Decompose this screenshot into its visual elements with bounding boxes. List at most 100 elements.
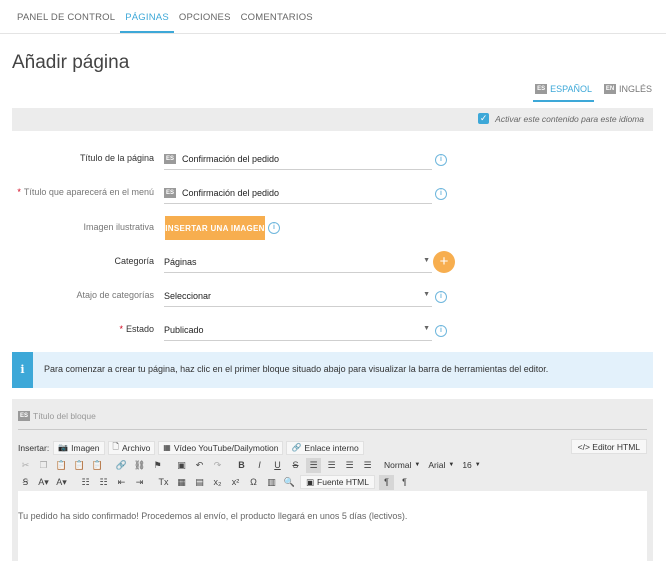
- underline-icon[interactable]: U: [270, 458, 285, 473]
- anchor-flag-icon[interactable]: ⚑: [150, 458, 165, 473]
- divider: [18, 429, 647, 430]
- title-input[interactable]: ES Confirmación del pedido: [164, 148, 432, 170]
- align-center-icon[interactable]: ☰: [324, 458, 339, 473]
- title-value: Confirmación del pedido: [182, 153, 280, 164]
- html-editor-button[interactable]: </> Editor HTML: [570, 439, 647, 454]
- copy-icon[interactable]: ❐: [36, 458, 51, 473]
- image-icon[interactable]: ▣: [174, 458, 189, 473]
- indent-icon[interactable]: ⇥: [132, 475, 147, 490]
- info-icon[interactable]: i: [435, 325, 447, 337]
- horizontal-rule-icon[interactable]: ▤: [192, 475, 207, 490]
- menu-title-label: * Título que aparecerá en el menú: [17, 187, 154, 197]
- bold-icon[interactable]: B: [234, 458, 249, 473]
- activate-language-label: Activar este contenido para este idioma: [495, 113, 644, 124]
- tab-paginas[interactable]: PÁGINAS: [120, 12, 174, 33]
- clear-formatting-icon[interactable]: Tx: [156, 475, 171, 490]
- tab-language-en[interactable]: EN INGLÉS: [602, 84, 654, 102]
- menu-title-input[interactable]: ES Confirmación del pedido: [164, 182, 432, 204]
- format-value: Normal: [384, 460, 412, 470]
- shortcut-value: Seleccionar: [164, 290, 212, 301]
- insert-image-button[interactable]: INSERTAR UNA IMAGEN: [165, 216, 265, 240]
- source-icon: ▣: [306, 476, 315, 487]
- info-icon[interactable]: i: [268, 222, 280, 234]
- block-editor: ES Título del bloque Insertar: 📷 Imagen 🗋…: [12, 399, 653, 561]
- italic-icon[interactable]: I: [252, 458, 267, 473]
- insert-image-label: Imagen: [71, 442, 100, 453]
- es-flag-icon: ES: [164, 153, 176, 164]
- tab-language-label: ESPAÑOL: [550, 84, 592, 94]
- redo-icon[interactable]: ↷: [210, 458, 225, 473]
- activate-language-toggle[interactable]: ✓ Activar este contenido para este idiom…: [478, 113, 644, 124]
- source-html-label: Fuente HTML: [317, 477, 369, 487]
- insert-link-button[interactable]: 🔗 Enlace interno: [286, 440, 364, 455]
- caret-down-icon: ▼: [423, 291, 430, 298]
- insert-video-button[interactable]: ▦ Vídeo YouTube/Dailymotion: [158, 440, 284, 455]
- unlink-icon[interactable]: ⛓: [132, 458, 147, 473]
- remove-format-icon[interactable]: Ꞩ: [18, 475, 33, 490]
- subscript-icon[interactable]: x₂: [210, 475, 225, 490]
- category-label: Categoría: [114, 256, 154, 266]
- tab-language-es[interactable]: ES ESPAÑOL: [533, 84, 594, 102]
- status-label: * Estado: [119, 324, 154, 334]
- info-icon[interactable]: i: [435, 188, 447, 200]
- form-row-image: Imagen ilustrativa: [0, 217, 666, 239]
- size-select[interactable]: 16 ▼: [462, 460, 480, 470]
- ltr-icon[interactable]: ¶: [397, 475, 412, 490]
- info-icon[interactable]: i: [435, 154, 447, 166]
- category-select[interactable]: Páginas ▼: [164, 251, 432, 273]
- file-icon: 🗋: [112, 441, 119, 451]
- shortcut-select[interactable]: Seleccionar ▼: [164, 285, 432, 307]
- paste-icon[interactable]: 📋: [54, 458, 69, 473]
- form-row-shortcut: Atajo de categorías Seleccionar ▼ i: [0, 285, 666, 307]
- undo-icon[interactable]: ↶: [192, 458, 207, 473]
- bullet-list-icon[interactable]: ☷: [78, 475, 93, 490]
- rtl-icon[interactable]: ¶: [379, 474, 394, 490]
- insert-toolbar: Insertar: 📷 Imagen 🗋 Archivo ▦ Vídeo YouTub…: [18, 440, 367, 455]
- insert-video-label: Vídeo YouTube/Dailymotion: [173, 442, 279, 453]
- tab-comentarios[interactable]: COMENTARIOS: [236, 12, 318, 33]
- cut-icon[interactable]: ✂: [18, 458, 33, 473]
- caret-down-icon: ▼: [423, 325, 430, 332]
- align-right-icon[interactable]: ☰: [342, 458, 357, 473]
- find-icon[interactable]: 🔍: [282, 475, 297, 490]
- size-value: 16: [462, 460, 472, 470]
- format-select[interactable]: Normal ▼: [384, 460, 420, 470]
- form-row-menu-title: * Título que aparecerá en el menú ES Conf…: [0, 182, 666, 204]
- top-nav: PANEL DE CONTROL PÁGINAS OPCIONES COMENT…: [0, 0, 666, 34]
- numbered-list-icon[interactable]: ☷: [96, 475, 111, 490]
- strikethrough-icon[interactable]: S: [288, 458, 303, 473]
- editor-content[interactable]: Tu pedido ha sido confirmado! Procedemos…: [18, 491, 647, 561]
- insert-link-label: Enlace interno: [304, 442, 359, 453]
- camera-icon: 📷: [58, 443, 69, 452]
- caret-down-icon: ▼: [423, 257, 430, 264]
- tab-panel-de-control[interactable]: PANEL DE CONTROL: [12, 12, 120, 33]
- menu-title-value: Confirmación del pedido: [182, 187, 280, 198]
- font-select[interactable]: Arial ▼: [428, 460, 454, 470]
- add-category-button[interactable]: +: [433, 251, 455, 273]
- block-title-field[interactable]: ES Título del bloque: [18, 411, 96, 421]
- info-alert: i Para comenzar a crear tu página, haz c…: [12, 352, 653, 388]
- table-icon[interactable]: ▦: [174, 475, 189, 490]
- checkbox-checked-icon[interactable]: ✓: [478, 113, 490, 124]
- insert-image-button[interactable]: 📷 Imagen: [53, 440, 105, 455]
- paste-word-icon[interactable]: 📋: [90, 458, 105, 473]
- special-char-icon[interactable]: Ω: [246, 475, 261, 490]
- language-tabs: ES ESPAÑOL EN INGLÉS: [533, 84, 654, 102]
- tab-opciones[interactable]: OPCIONES: [174, 12, 236, 33]
- paste-text-icon[interactable]: 📋: [72, 458, 87, 473]
- background-color-icon[interactable]: A▾: [54, 475, 69, 490]
- status-select[interactable]: Publicado ▼: [164, 319, 432, 341]
- insert-file-button[interactable]: 🗋 Archivo: [107, 440, 156, 455]
- en-flag-icon: EN: [603, 84, 616, 94]
- align-justify-icon[interactable]: ☰: [360, 458, 375, 473]
- form-row-title: Título de la página ES Confirmación del …: [0, 148, 666, 170]
- source-html-button[interactable]: ▣ Fuente HTML: [300, 475, 375, 489]
- link-icon[interactable]: 🔗: [114, 458, 129, 473]
- text-color-icon[interactable]: A▾: [36, 475, 51, 490]
- superscript-icon[interactable]: x²: [228, 475, 243, 490]
- align-left-icon[interactable]: ☰: [306, 457, 321, 473]
- format-toolbar-row-2: Ꞩ A▾ A▾ ☷ ☷ ⇤ ⇥ Tx ▦ ▤ x₂ x² Ω ▥ 🔍 ▣ Fuen…: [18, 474, 415, 490]
- preview-icon[interactable]: ▥: [264, 475, 279, 490]
- info-icon[interactable]: i: [435, 291, 447, 303]
- outdent-icon[interactable]: ⇤: [114, 475, 129, 490]
